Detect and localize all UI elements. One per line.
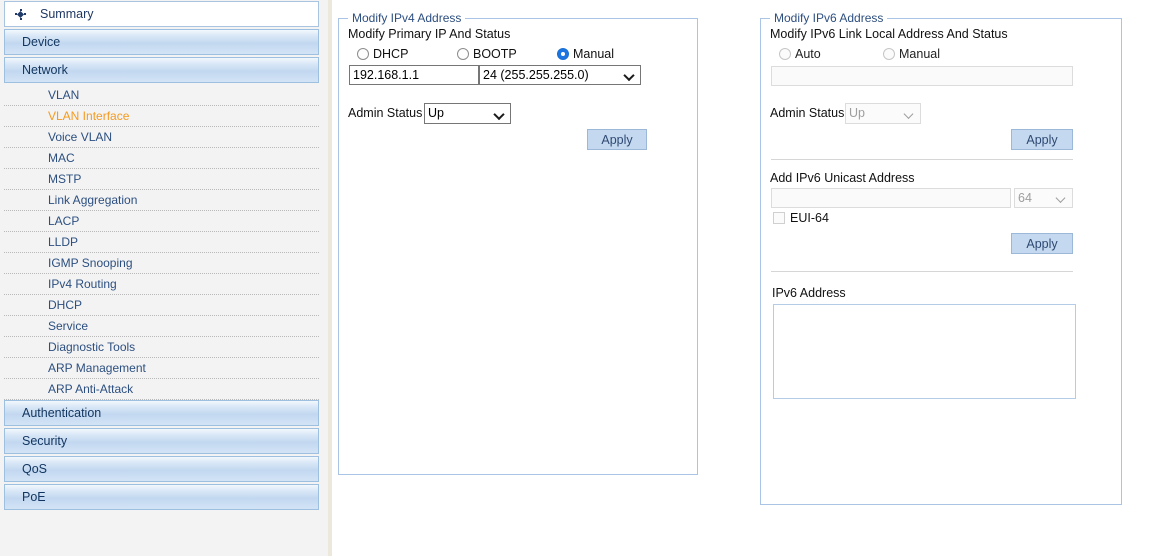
eui64-checkbox[interactable] <box>773 212 785 224</box>
divider-2 <box>771 271 1073 272</box>
radio-circle-manual-ipv6[interactable] <box>883 48 895 60</box>
sidebar-item-mac[interactable]: MAC <box>4 148 319 169</box>
sidebar-item-label: MAC <box>48 151 75 165</box>
ipv6-address-list[interactable] <box>773 304 1076 399</box>
modify-ipv4-address-panel: Modify IPv4 Address Modify Primary IP An… <box>338 11 698 475</box>
sidebar-item-label: VLAN Interface <box>48 109 130 123</box>
sidebar-item-summary[interactable]: Summary <box>4 1 319 27</box>
ipv6-unicast-address-input[interactable] <box>771 188 1011 208</box>
radio-circle-bootp[interactable] <box>457 48 469 60</box>
eui64-label: EUI-64 <box>790 211 829 225</box>
sidebar-nav: Summary Device Network VLAN VLAN Interface Vo… <box>4 1 319 512</box>
sidebar-item-label: Diagnostic Tools <box>48 340 136 354</box>
sidebar-item-arp-anti-attack[interactable]: ARP Anti-Attack <box>4 379 319 400</box>
modify-ipv6-address-panel: Modify IPv6 Address Modify IPv6 Link Loc… <box>760 11 1122 505</box>
ipv4-prefix-select[interactable]: 24 (255.255.255.0) <box>479 65 641 85</box>
chevron-down-icon <box>1057 194 1066 203</box>
ipv4-address-input[interactable] <box>349 65 479 85</box>
chevron-down-icon <box>905 109 914 118</box>
ipv6-link-local-apply-button[interactable]: Apply <box>1011 129 1073 150</box>
sidebar-section-label: PoE <box>22 490 46 504</box>
sidebar-item-arp-management[interactable]: ARP Management <box>4 358 319 379</box>
sidebar-item-link-aggregation[interactable]: Link Aggregation <box>4 190 319 211</box>
sidebar-item-label: LLDP <box>48 235 79 249</box>
sidebar-item-lldp[interactable]: LLDP <box>4 232 319 253</box>
radio-circle-dhcp[interactable] <box>357 48 369 60</box>
sidebar-item-diagnostic-tools[interactable]: Diagnostic Tools <box>4 337 319 358</box>
ipv6-link-local-address-input[interactable] <box>771 66 1073 86</box>
ipv4-admin-status-value: Up <box>428 106 444 120</box>
sidebar-item-label: Service <box>48 319 89 333</box>
sidebar-item-label: ARP Management <box>48 361 146 375</box>
sidebar-section-authentication[interactable]: Authentication <box>4 400 319 426</box>
radio-circle-manual[interactable] <box>557 48 569 60</box>
sidebar-item-lacp[interactable]: LACP <box>4 211 319 232</box>
ipv4-panel-title: Modify Primary IP And Status <box>348 27 511 41</box>
sidebar-section-label: Network <box>22 63 68 77</box>
sidebar-item-label: Link Aggregation <box>48 193 138 207</box>
sidebar-item-label: Voice VLAN <box>48 130 113 144</box>
ipv4-mode-label-dhcp: DHCP <box>373 47 409 61</box>
eui64-checkbox-row[interactable]: EUI-64 <box>773 211 829 225</box>
ipv6-link-local-label-manual: Manual <box>899 47 940 61</box>
sidebar-item-vlan[interactable]: VLAN <box>4 85 319 106</box>
sidebar-section-label: Security <box>22 434 68 448</box>
ipv4-mode-radio-dhcp[interactable]: DHCP <box>357 47 408 61</box>
sidebar-section-poe[interactable]: PoE <box>4 484 319 510</box>
ipv4-admin-status-label: Admin Status <box>348 106 423 120</box>
ipv4-prefix-select-value: 24 (255.255.255.0) <box>483 68 589 82</box>
divider-1 <box>771 159 1073 160</box>
sidebar-section-network[interactable]: Network <box>4 57 319 83</box>
ipv4-mode-label-manual: Manual <box>573 47 614 61</box>
ipv6-link-local-radio-manual[interactable]: Manual <box>883 47 940 61</box>
sidebar-item-mstp[interactable]: MSTP <box>4 169 319 190</box>
sidebar-item-igmp-snooping[interactable]: IGMP Snooping <box>4 253 319 274</box>
ipv6-admin-status-label: Admin Status <box>770 106 845 120</box>
ipv4-mode-radio-manual[interactable]: Manual <box>557 47 614 61</box>
sidebar-section-label: Authentication <box>22 406 102 420</box>
sidebar-item-label: VLAN <box>48 88 80 102</box>
sidebar-item-service[interactable]: Service <box>4 316 319 337</box>
sidebar-item-label: IPv4 Routing <box>48 277 117 291</box>
sidebar: Summary Device Network VLAN VLAN Interface Vo… <box>0 0 328 556</box>
sidebar-divider <box>328 0 332 556</box>
ipv6-link-local-label-auto: Auto <box>795 47 821 61</box>
ipv6-prefix-length-value: 64 <box>1018 191 1032 205</box>
sidebar-item-label: Summary <box>40 7 94 21</box>
ipv4-panel-legend: Modify IPv4 Address <box>348 11 466 25</box>
sidebar-section-security[interactable]: Security <box>4 428 319 454</box>
sidebar-item-voice-vlan[interactable]: Voice VLAN <box>4 127 319 148</box>
ipv4-admin-status-select[interactable]: Up <box>424 103 511 124</box>
ipv6-address-list-title: IPv6 Address <box>772 286 846 300</box>
sidebar-section-label: Device <box>22 35 61 49</box>
sidebar-section-label: QoS <box>22 462 48 476</box>
ipv6-link-local-radio-auto[interactable]: Auto <box>779 47 821 61</box>
ipv4-mode-radio-bootp[interactable]: BOOTP <box>457 47 517 61</box>
sidebar-item-label: DHCP <box>48 298 83 312</box>
sidebar-section-qos[interactable]: QoS <box>4 456 319 482</box>
sidebar-item-label: LACP <box>48 214 80 228</box>
ipv4-apply-button[interactable]: Apply <box>587 129 647 150</box>
page-root: Summary Device Network VLAN VLAN Interface Vo… <box>0 0 1161 556</box>
sidebar-item-label: ARP Anti-Attack <box>48 382 134 396</box>
sidebar-item-vlan-interface[interactable]: VLAN Interface <box>4 106 319 127</box>
ipv6-prefix-length-select[interactable]: 64 <box>1014 188 1073 208</box>
chevron-down-icon <box>625 71 634 80</box>
ipv6-unicast-apply-button[interactable]: Apply <box>1011 233 1073 254</box>
chevron-down-icon <box>495 109 504 118</box>
radio-circle-auto[interactable] <box>779 48 791 60</box>
sidebar-item-ipv4-routing[interactable]: IPv4 Routing <box>4 274 319 295</box>
ipv6-panel-legend: Modify IPv6 Address <box>770 11 888 25</box>
sidebar-item-label: MSTP <box>48 172 82 186</box>
ipv6-admin-status-select[interactable]: Up <box>845 103 921 124</box>
ipv6-unicast-title: Add IPv6 Unicast Address <box>770 171 915 185</box>
diamond-icon <box>15 8 26 20</box>
sidebar-item-dhcp[interactable]: DHCP <box>4 295 319 316</box>
ipv6-admin-status-value: Up <box>849 106 865 120</box>
ipv4-mode-label-bootp: BOOTP <box>473 47 517 61</box>
sidebar-item-label: IGMP Snooping <box>48 256 133 270</box>
sidebar-section-device[interactable]: Device <box>4 29 319 55</box>
ipv6-link-local-title: Modify IPv6 Link Local Address And Statu… <box>770 27 1008 41</box>
